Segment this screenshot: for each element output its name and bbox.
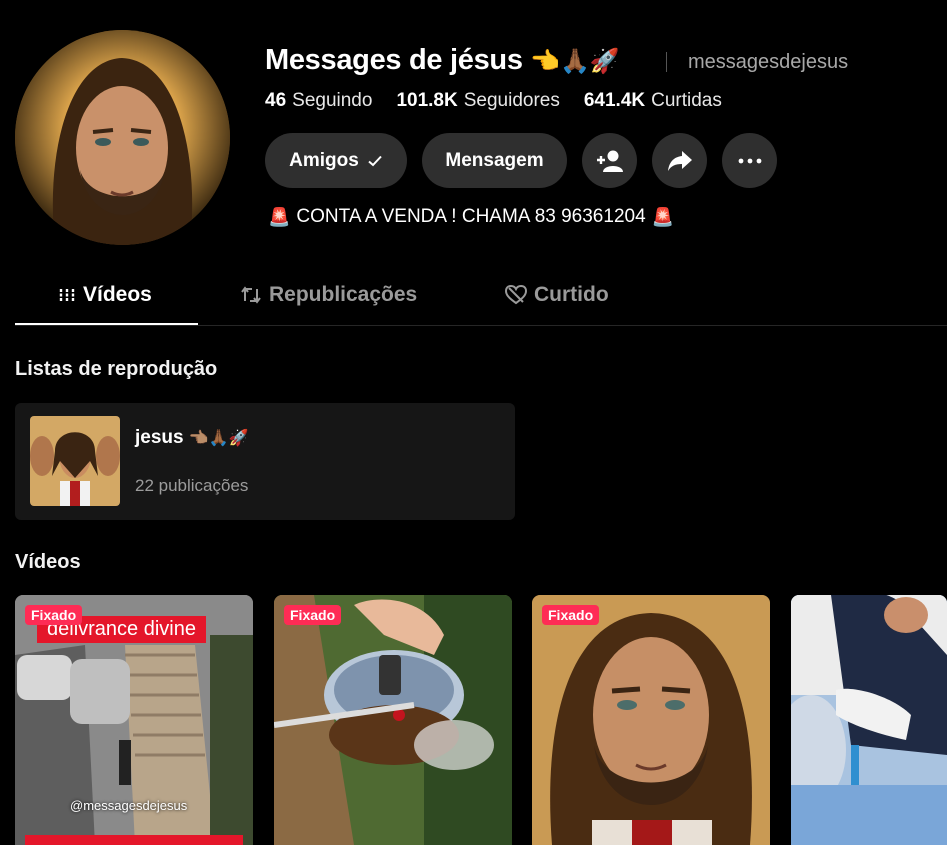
heart-hidden-icon [505,285,527,305]
stat-following[interactable]: 46 Seguindo [265,90,372,112]
video-watermark: @messagesdejesus [70,798,188,813]
avatar-portrait [15,30,230,245]
playlist-card[interactable]: jesus 👈🏽🙏🏾🚀 22 publicações [15,403,515,520]
siren-emoji: 🚨 [651,206,675,227]
tab-videos[interactable]: Vídeos [58,283,152,307]
video-thumbnail-1[interactable]: delivrance divine Fixado @messagesdejesu… [15,595,253,845]
playlist-name: jesus 👈🏽🙏🏾🚀 [135,427,249,448]
message-button[interactable]: Mensagem [422,133,567,188]
share-button[interactable] [652,133,707,188]
playlists-section-title: Listas de reprodução [15,358,218,380]
video-caption-strip [25,835,243,845]
pinned-badge: Fixado [542,605,600,625]
tab-liked[interactable]: Curtido [505,283,609,307]
video-4-image [791,595,947,845]
friends-button[interactable]: Amigos [265,133,407,188]
playlist-emojis: 👈🏽🙏🏾🚀 [188,430,249,447]
tab-divider [15,325,947,326]
checkmark-icon [368,155,382,166]
video-3-image [532,595,770,845]
repost-icon [241,286,261,304]
name-emojis: 👈🙏🏾🚀 [530,48,620,75]
profile-handle: messagesdejesus [688,51,849,73]
grid-icon [59,289,75,301]
display-name-text: Messages de jésus [265,44,523,76]
stat-followers[interactable]: 101.8K Seguidores [396,90,559,112]
bio-text: CONTA A VENDA ! CHAMA 83 96361204 [296,206,646,227]
share-icon [667,150,692,171]
profile-avatar[interactable] [15,30,230,245]
siren-emoji: 🚨 [268,206,291,227]
add-user-button[interactable] [582,133,637,188]
tab-reposts[interactable]: Republicações [240,283,417,307]
playlist-thumbnail [30,416,120,506]
video-thumbnail-2[interactable]: Fixado [274,595,512,845]
profile-display-name: Messages de jésus 👈🙏🏾🚀 [265,44,619,77]
handle-separator [666,52,667,72]
video-thumbnail-3[interactable]: Fixado [532,595,770,845]
videos-section-title: Vídeos [15,551,81,573]
playlist-post-count: 22 publicações [135,476,249,495]
more-icon [738,158,761,163]
pinned-badge: Fixado [25,605,83,625]
video-2-image [274,595,512,845]
more-options-button[interactable] [722,133,777,188]
pinned-badge: Fixado [284,605,342,625]
add-user-icon [596,150,623,172]
playlist-thumbnail-image [30,416,120,506]
stat-likes: 641.4K Curtidas [583,90,722,111]
profile-stats: 46 Seguindo 101.8K Seguidores 641.4K Curtid… [265,90,722,112]
video-thumbnail-4[interactable] [791,595,947,845]
profile-bio: 🚨 CONTA A VENDA ! CHAMA 83 96361204 🚨 [268,206,674,228]
